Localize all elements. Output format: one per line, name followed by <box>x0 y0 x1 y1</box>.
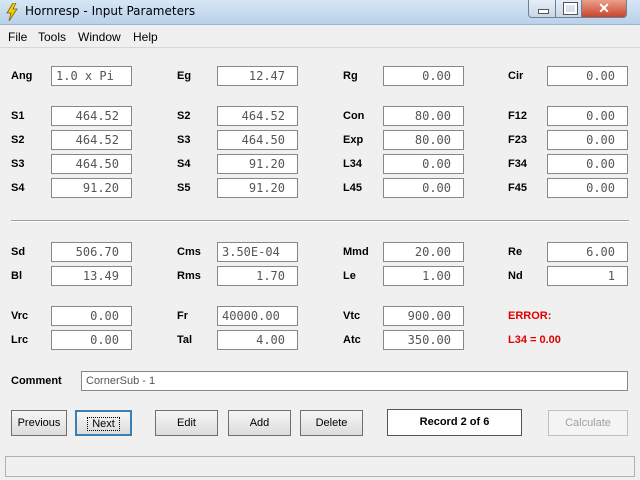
label-tal: Tal <box>177 334 193 346</box>
edit-button[interactable]: Edit <box>155 410 218 436</box>
status-bar <box>5 456 635 477</box>
label-l34: L34 <box>343 158 362 170</box>
maximize-icon <box>563 2 578 15</box>
label-eg: Eg <box>177 70 192 82</box>
label-le: Le <box>343 270 356 282</box>
field-bl[interactable]: 13.49 <box>51 266 132 286</box>
label-s4b: S4 <box>177 158 191 170</box>
close-icon: ✕ <box>598 0 610 16</box>
field-vrc[interactable]: 0.00 <box>51 306 132 326</box>
field-s3a[interactable]: 464.50 <box>51 154 132 174</box>
label-exp: Exp <box>343 134 364 146</box>
close-button[interactable]: ✕ <box>581 0 627 18</box>
label-f34: F34 <box>508 158 527 170</box>
calculate-button[interactable]: Calculate <box>548 410 628 436</box>
label-bl: Bl <box>11 270 22 282</box>
label-fr: Fr <box>177 310 188 322</box>
label-ang: Ang <box>11 70 33 82</box>
label-sd: Sd <box>11 246 26 258</box>
minimize-icon <box>538 9 549 14</box>
label-s5b: S5 <box>177 182 191 194</box>
label-s2a: S2 <box>11 134 25 146</box>
label-rg: Rg <box>343 70 358 82</box>
add-button[interactable]: Add <box>228 410 291 436</box>
next-button-label: Next <box>87 417 120 431</box>
error-title: ERROR: <box>508 310 552 322</box>
field-lrc[interactable]: 0.00 <box>51 330 132 350</box>
field-le[interactable]: 1.00 <box>383 266 464 286</box>
label-atc: Atc <box>343 334 361 346</box>
field-tal[interactable]: 4.00 <box>217 330 298 350</box>
comment-label: Comment <box>11 375 62 387</box>
menu-window[interactable]: Window <box>78 30 121 44</box>
previous-button[interactable]: Previous <box>11 410 67 436</box>
field-s2b[interactable]: 464.52 <box>217 106 298 126</box>
field-cir[interactable]: 0.00 <box>547 66 628 86</box>
field-s3b[interactable]: 464.50 <box>217 130 298 150</box>
field-eg[interactable]: 12.47 <box>217 66 298 86</box>
menu-divider <box>0 47 640 48</box>
field-rg[interactable]: 0.00 <box>383 66 464 86</box>
label-f23: F23 <box>508 134 527 146</box>
window-title: Hornresp - Input Parameters <box>25 4 196 18</box>
label-nd: Nd <box>508 270 523 282</box>
field-atc[interactable]: 350.00 <box>383 330 464 350</box>
label-s3b: S3 <box>177 134 191 146</box>
field-l45[interactable]: 0.00 <box>383 178 464 198</box>
maximize-button[interactable] <box>555 0 582 18</box>
field-s1a[interactable]: 464.52 <box>51 106 132 126</box>
field-s4b[interactable]: 91.20 <box>217 154 298 174</box>
field-exp[interactable]: 80.00 <box>383 130 464 150</box>
label-s3a: S3 <box>11 158 25 170</box>
field-con[interactable]: 80.00 <box>383 106 464 126</box>
hornresp-window: Hornresp - Input Parameters ✕ File Tools… <box>0 0 640 480</box>
label-vtc: Vtc <box>343 310 361 322</box>
label-f45: F45 <box>508 182 527 194</box>
field-f34[interactable]: 0.00 <box>547 154 628 174</box>
record-indicator: Record 2 of 6 <box>387 409 522 436</box>
field-cms[interactable]: 3.50E-04 <box>217 242 298 262</box>
label-con: Con <box>343 110 365 122</box>
title-bar[interactable]: Hornresp - Input Parameters ✕ <box>0 0 640 25</box>
field-nd[interactable]: 1 <box>547 266 628 286</box>
label-l45: L45 <box>343 182 362 194</box>
comment-field[interactable]: CornerSub - 1 <box>81 371 628 391</box>
error-message: L34 = 0.00 <box>508 334 561 346</box>
label-cir: Cir <box>508 70 524 82</box>
field-mmd[interactable]: 20.00 <box>383 242 464 262</box>
field-vtc[interactable]: 900.00 <box>383 306 464 326</box>
delete-button[interactable]: Delete <box>300 410 363 436</box>
label-s4a: S4 <box>11 182 25 194</box>
field-f45[interactable]: 0.00 <box>547 178 628 198</box>
field-s5b[interactable]: 91.20 <box>217 178 298 198</box>
label-mmd: Mmd <box>343 246 369 258</box>
field-re[interactable]: 6.00 <box>547 242 628 262</box>
section-divider <box>11 220 629 222</box>
next-button[interactable]: Next <box>75 410 132 436</box>
field-ang[interactable]: 1.0 x Pi <box>51 66 132 86</box>
field-fr[interactable]: 40000.00 <box>217 306 298 326</box>
label-s1a: S1 <box>11 110 25 122</box>
minimize-button[interactable] <box>528 0 556 18</box>
label-s2b: S2 <box>177 110 191 122</box>
label-vrc: Vrc <box>11 310 29 322</box>
field-f23[interactable]: 0.00 <box>547 130 628 150</box>
menu-tools[interactable]: Tools <box>38 30 66 44</box>
menu-help[interactable]: Help <box>133 30 158 44</box>
menu-bar: File Tools Window Help <box>0 27 640 47</box>
label-rms: Rms <box>177 270 201 282</box>
field-f12[interactable]: 0.00 <box>547 106 628 126</box>
label-lrc: Lrc <box>11 334 29 346</box>
field-l34[interactable]: 0.00 <box>383 154 464 174</box>
label-cms: Cms <box>177 246 201 258</box>
field-s4a[interactable]: 91.20 <box>51 178 132 198</box>
label-f12: F12 <box>508 110 527 122</box>
lightning-bolt-icon <box>6 3 18 21</box>
field-s2a[interactable]: 464.52 <box>51 130 132 150</box>
field-sd[interactable]: 506.70 <box>51 242 132 262</box>
label-re: Re <box>508 246 523 258</box>
field-rms[interactable]: 1.70 <box>217 266 298 286</box>
menu-file[interactable]: File <box>8 30 27 44</box>
